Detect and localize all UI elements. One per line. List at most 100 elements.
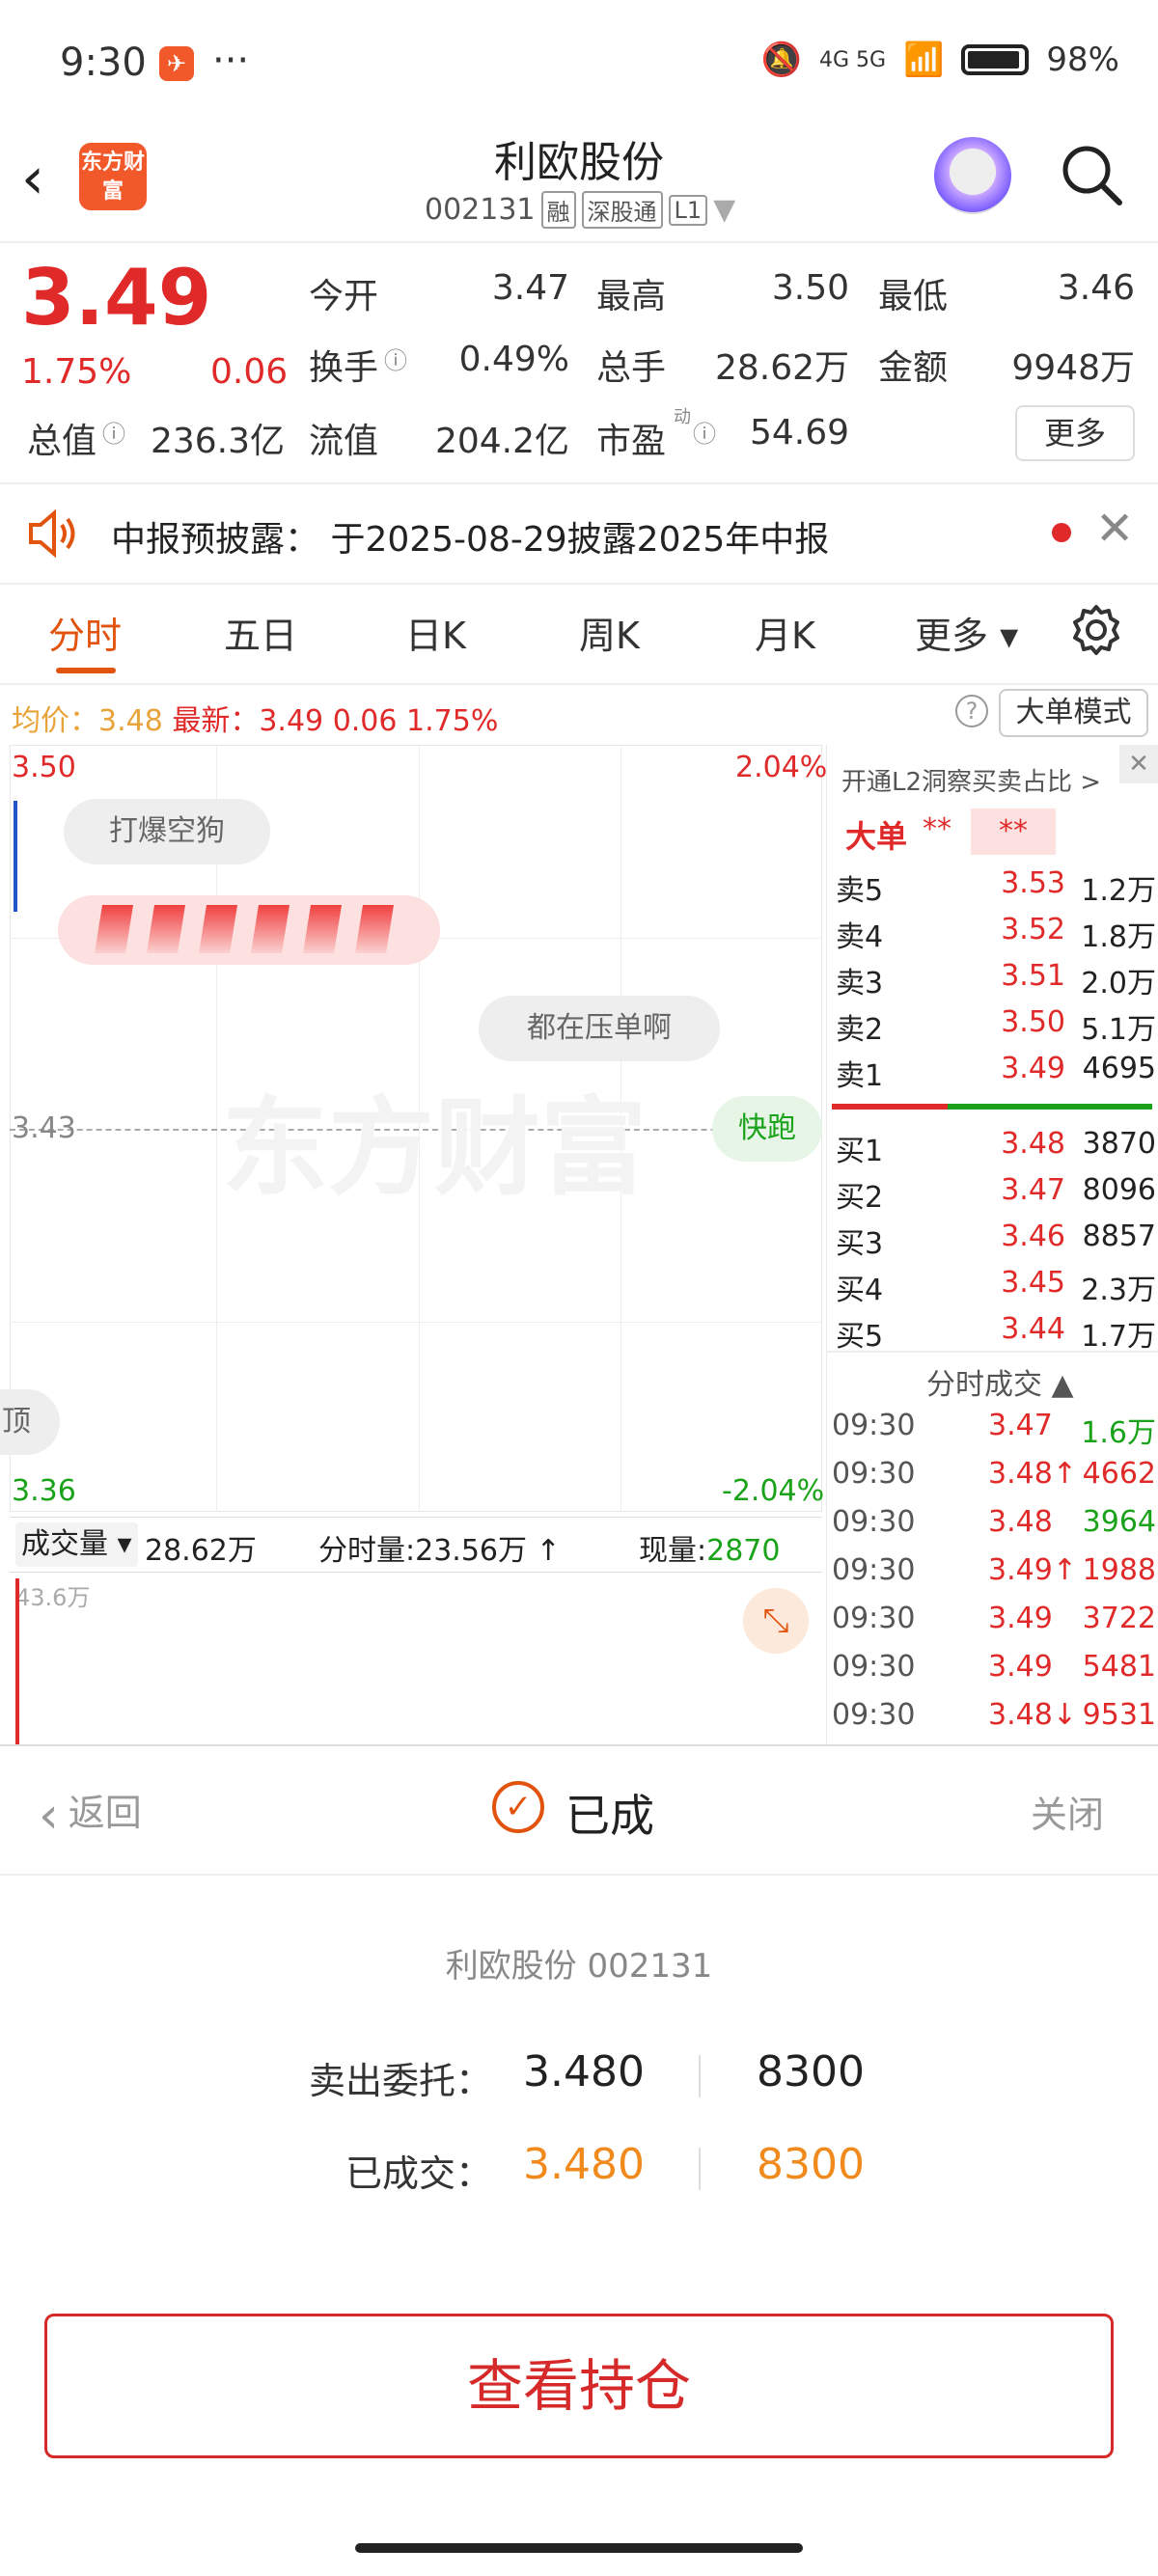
volume-selector[interactable]: 成交量 ▾	[15, 1522, 138, 1567]
sheet-stock-info: 利欧股份 002131	[445, 1947, 713, 1986]
danmaku-bubble-green[interactable]: 快跑	[712, 1096, 822, 1162]
y-axis-bottom: 3.36	[12, 1474, 76, 1508]
sheet-close-button[interactable]: 关闭	[1031, 1785, 1104, 1838]
level-price: 3.45	[1001, 1266, 1065, 1300]
volume-label: 总手	[596, 348, 667, 388]
latest-change: 0.06	[332, 704, 398, 738]
battery-percent: 98%	[1046, 41, 1119, 79]
tick-price: 3.47	[988, 1409, 1053, 1442]
close-icon[interactable]: ✕	[1095, 502, 1134, 556]
order-price: 3.480	[523, 2047, 645, 2096]
big-order-buy: **	[923, 812, 951, 846]
mktcap-label: 总值	[27, 422, 97, 461]
buy-row[interactable]: 买4 3.45 2.3万	[826, 1266, 1158, 1312]
info-icon[interactable]: ⓘ	[384, 342, 407, 375]
amount-label: 金额	[878, 348, 949, 388]
expand-icon[interactable]: ⤡	[743, 1588, 809, 1654]
buy-row[interactable]: 买2 3.47 8096	[826, 1173, 1158, 1219]
sell-row[interactable]: 卖3 3.51 2.0万	[826, 959, 1158, 1005]
pe-superscript: 动	[674, 407, 691, 427]
avg-price-line: 均价：3.48 最新：3.49 0.06 1.75%	[12, 697, 498, 739]
buy-row[interactable]: 买1 3.48 3870	[826, 1127, 1158, 1173]
level-price: 3.48	[1001, 1127, 1065, 1161]
sheet-back-label: 返回	[68, 1792, 142, 1834]
danmaku-bubble[interactable]: 都在压单啊	[479, 996, 720, 1061]
low-label: 最低	[878, 277, 949, 316]
info-icon[interactable]: ⓘ	[102, 415, 125, 449]
level-volume: 5.1万	[1081, 1013, 1156, 1047]
level-volume: 2.0万	[1081, 967, 1156, 1000]
more-button[interactable]: 更多	[1015, 405, 1135, 461]
notice-text[interactable]: 中报预披露： 于2025-08-29披露2025年中报	[111, 511, 829, 562]
robot-assistant-icon[interactable]	[934, 137, 1011, 214]
tab-intraday[interactable]: 分时	[48, 606, 122, 659]
l2-banner[interactable]: 开通L2洞察买卖占比 >	[841, 762, 1101, 798]
sheet-back-button[interactable]: ‹ 返回	[39, 1783, 142, 1845]
sheet-title: 已成	[565, 1790, 654, 1842]
divider	[699, 2055, 701, 2097]
level-volume: 8857	[1082, 1219, 1156, 1253]
divider	[0, 241, 1158, 243]
signal-icon: 4G 5G	[818, 47, 887, 72]
filled-label: 已成交：	[345, 2152, 492, 2195]
big-order-mode-button[interactable]: 大单模式	[999, 689, 1148, 737]
latest-value: 3.49	[259, 704, 324, 738]
info-icon[interactable]: ⓘ	[693, 415, 716, 449]
tick-time: 09:30	[832, 1698, 916, 1732]
level-price: 3.53	[1001, 866, 1065, 900]
amount-value: 9948万	[1011, 348, 1135, 388]
tick-row: 09:30 3.48 3964	[826, 1505, 1158, 1551]
sell-row[interactable]: 卖5 3.53 1.2万	[826, 866, 1158, 913]
tick-time: 09:30	[832, 1650, 916, 1684]
current-volume-value: 2870	[706, 1534, 781, 1568]
y-axis-mid: 3.43	[12, 1111, 76, 1145]
dropdown-icon[interactable]: ▼	[713, 193, 735, 227]
more-notifications-icon: ···	[212, 39, 250, 83]
search-icon[interactable]	[1058, 141, 1125, 208]
view-positions-button[interactable]: 查看持仓	[44, 2314, 1114, 2458]
danmaku-bubble[interactable]: 打爆空狗	[64, 799, 270, 864]
change-amount: 0.06	[210, 352, 289, 392]
ticks-title[interactable]: 分时成交 ▲	[926, 1360, 1074, 1403]
level-price: 3.49	[1001, 1052, 1065, 1085]
close-icon[interactable]: ✕	[1119, 745, 1158, 783]
help-icon[interactable]: ?	[955, 695, 988, 727]
latest-pct: 1.75%	[406, 704, 499, 738]
high-label: 最高	[596, 277, 667, 316]
buy-row[interactable]: 买3 3.46 8857	[826, 1219, 1158, 1266]
tab-daily-k[interactable]: 日K	[405, 606, 466, 659]
tick-price: 3.48↑	[988, 1457, 1077, 1491]
gear-icon[interactable]	[1069, 603, 1123, 657]
level-volume: 3870	[1082, 1127, 1156, 1161]
level-volume: 1.8万	[1081, 920, 1156, 954]
level-price: 3.44	[1001, 1312, 1065, 1346]
current-volume-label: 现量:	[639, 1534, 707, 1568]
danmaku-bubble-red[interactable]	[58, 895, 440, 965]
mktcap-value: 236.3亿	[150, 422, 285, 461]
y-axis-top: 3.50	[12, 751, 76, 784]
current-volume: 现量:2870	[639, 1526, 780, 1569]
tag-margin: 融	[540, 191, 576, 229]
tab-five-day[interactable]: 五日	[224, 606, 297, 659]
level-price: 3.51	[1001, 959, 1065, 993]
status-right: 🔕 4G 5G 📶 98%	[761, 41, 1119, 79]
home-indicator[interactable]	[355, 2543, 803, 2553]
stock-code-row[interactable]: 002131 融 深股通 L1 ▼	[425, 191, 735, 229]
pe-label: 市盈	[596, 422, 667, 461]
tab-more[interactable]: 更多 ▾	[915, 606, 1018, 659]
sell-ratio-bar	[832, 1104, 948, 1110]
status-time: 9:30	[60, 41, 147, 85]
active-tab-indicator	[56, 668, 116, 673]
tab-weekly-k[interactable]: 周K	[579, 606, 640, 659]
level-price: 3.52	[1001, 913, 1065, 946]
sell-row[interactable]: 卖1 3.49 4695	[826, 1052, 1158, 1098]
tick-volume: 1.6万	[1081, 1416, 1156, 1450]
tick-row: 09:30 3.49 5481	[826, 1650, 1158, 1696]
sell-row[interactable]: 卖2 3.50 5.1万	[826, 1005, 1158, 1052]
y-axis-bottom-pct: -2.04%	[722, 1474, 825, 1508]
tick-price: 3.48	[988, 1505, 1053, 1539]
price-line	[14, 801, 17, 912]
sell-row[interactable]: 卖4 3.52 1.8万	[826, 913, 1158, 959]
level-volume: 2.3万	[1081, 1274, 1156, 1307]
tab-monthly-k[interactable]: 月K	[755, 606, 815, 659]
